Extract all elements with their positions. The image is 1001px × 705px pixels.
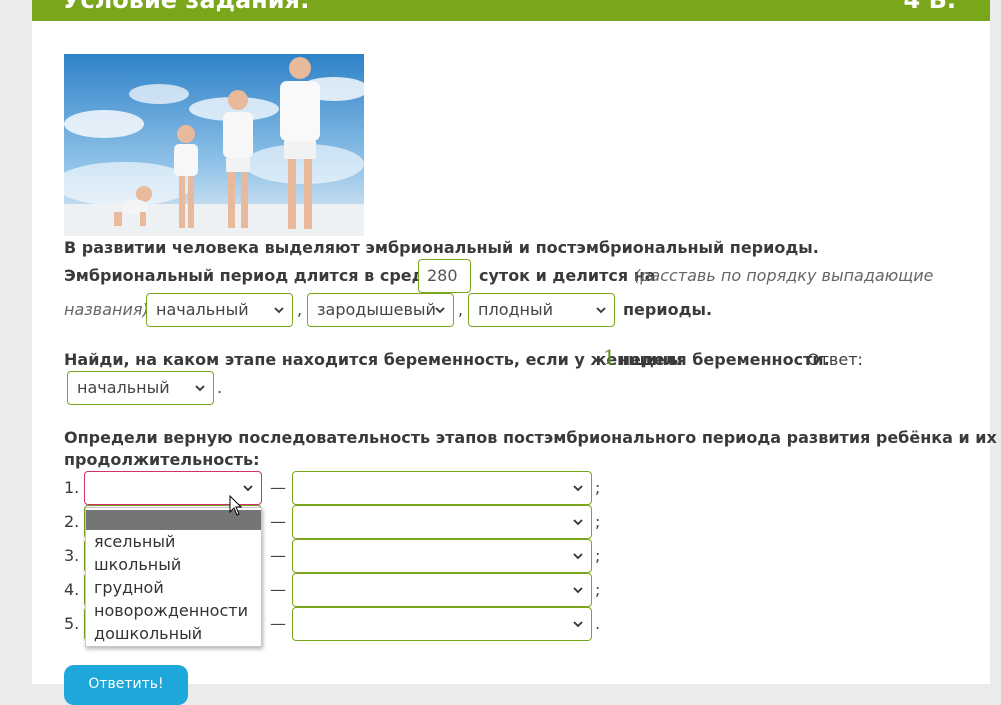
row-number: 2. <box>64 512 80 531</box>
days-input[interactable]: 280 <box>418 259 471 293</box>
dash: — <box>270 512 286 531</box>
task-header: Условие задания: 4 Б. <box>32 0 990 21</box>
dropdown-option[interactable]: дошкольный <box>86 622 261 645</box>
task-title: Условие задания: <box>62 0 310 14</box>
duration-select-5[interactable] <box>292 607 592 641</box>
comma-1: , <box>297 300 303 319</box>
children-growth-photo <box>64 54 364 236</box>
chevron-down-icon <box>195 385 205 392</box>
pregnancy-stage-select[interactable]: начальный <box>67 371 214 405</box>
chevron-down-icon <box>243 485 253 492</box>
row-end: ; <box>595 478 601 497</box>
chevron-down-icon <box>573 519 583 526</box>
sequence-question-1: Определи верную последовательность этапо… <box>64 428 997 447</box>
period-select-2[interactable]: зародышевый <box>307 293 454 327</box>
sequence-question-2: продолжительность: <box>64 450 260 469</box>
embryo-period-text: Эмбриональный период длится в среднем <box>64 266 460 285</box>
week-number: 1 <box>603 345 616 369</box>
chevron-down-icon <box>274 307 284 314</box>
submit-button[interactable]: Ответить! <box>64 665 188 705</box>
duration-select-2[interactable] <box>292 505 592 539</box>
pregnancy-question-a: Найди, на каком этапе находится беременн… <box>64 350 683 369</box>
period-select-2-value: зародышевый <box>317 300 436 319</box>
intro-text: В развитии человека выделяют эмбриональн… <box>64 238 819 257</box>
dropdown-option[interactable]: школьный <box>86 553 261 576</box>
period-select-1-value: начальный <box>156 300 249 319</box>
dash: — <box>270 478 286 497</box>
pregnancy-question-b: неделя беременности. <box>619 350 830 369</box>
task-points: 4 Б. <box>903 0 956 14</box>
comma-2: , <box>458 300 464 319</box>
period-select-1[interactable]: начальный <box>146 293 293 327</box>
duration-select-3[interactable] <box>292 539 592 573</box>
dash: — <box>270 546 286 565</box>
row-number: 5. <box>64 614 80 633</box>
mouse-cursor-icon <box>229 495 243 516</box>
row-end: . <box>595 614 601 633</box>
dash: — <box>270 580 286 599</box>
dash: — <box>270 614 286 633</box>
period-select-3-value: плодный <box>478 300 554 319</box>
hint-text-b: названия) <box>64 300 149 319</box>
chevron-down-icon <box>573 621 583 628</box>
duration-select-1[interactable] <box>292 471 592 505</box>
dropdown-option[interactable]: грудной <box>86 576 261 599</box>
answer-label: Ответ: <box>807 350 863 369</box>
dropdown-option[interactable]: новорожденности <box>86 599 261 622</box>
chevron-down-icon <box>573 587 583 594</box>
period-select-3[interactable]: плодный <box>468 293 615 327</box>
days-suffix-text: суток и делится на <box>479 266 656 285</box>
row-end: ; <box>595 546 601 565</box>
hint-text-a: (расставь по порядку выпадающие <box>634 266 934 285</box>
stage-dropdown-list: ясельный школьный грудной новорожденност… <box>85 507 262 647</box>
row-number: 3. <box>64 546 80 565</box>
row-end: ; <box>595 512 601 531</box>
chevron-down-icon <box>573 553 583 560</box>
row-end: ; <box>595 580 601 599</box>
chevron-down-icon <box>435 307 445 314</box>
row-number: 4. <box>64 580 80 599</box>
answer-period: . <box>217 378 223 397</box>
pregnancy-stage-value: начальный <box>77 378 170 397</box>
chevron-down-icon <box>573 485 583 492</box>
periods-suffix: периоды. <box>623 300 713 319</box>
row-number: 1. <box>64 478 80 497</box>
chevron-down-icon <box>596 307 606 314</box>
dropdown-option[interactable]: ясельный <box>86 530 261 553</box>
duration-select-4[interactable] <box>292 573 592 607</box>
